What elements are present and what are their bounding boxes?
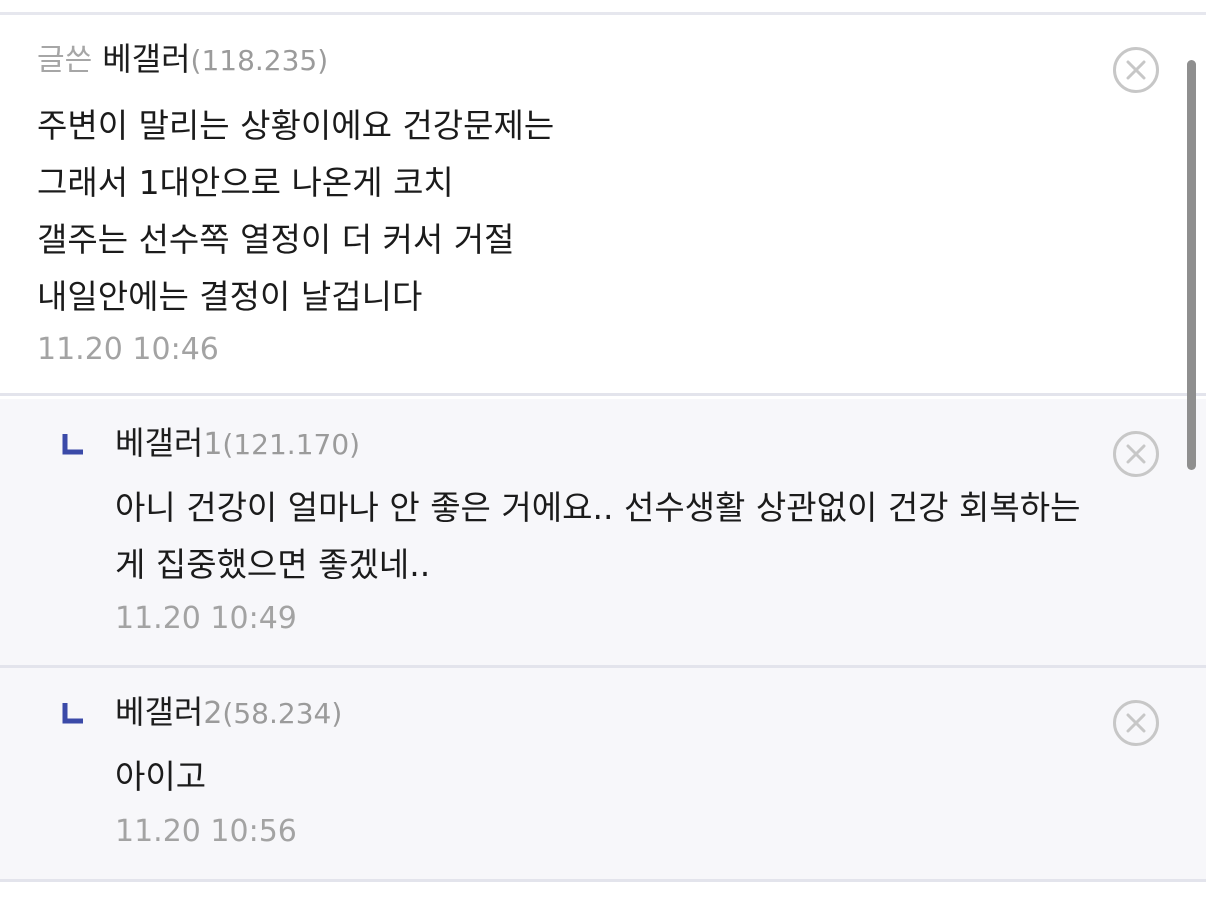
author-nickname[interactable]: 베갤러 xyxy=(102,40,190,78)
reply-body: 아이고 xyxy=(115,757,207,796)
reply-body: 아니 건강이 얼마나 안 좋은 거에요.. 선수생활 상관없이 건강 회복하는 … xyxy=(115,488,1081,584)
author-nickname-number: 1 xyxy=(203,427,223,462)
comment-list-viewport: 글쓴 베갤러(118.235) 주변이 말리는 상황이에요 건강문제는 그래서 1… xyxy=(0,0,1206,897)
author-nickname[interactable]: 베갤러 xyxy=(115,424,203,462)
reply-item: 베갤러1(121.170) 아니 건강이 얼마나 안 좋은 거에요.. 선수생활… xyxy=(0,399,1206,668)
reply-corner-icon xyxy=(62,703,83,724)
comment-timestamp: 11.20 10:46 xyxy=(37,332,219,367)
reply-item: 베갤러2(58.234) 아이고 11.20 10:56 xyxy=(0,668,1206,882)
comment-item: 글쓴 베갤러(118.235) 주변이 말리는 상황이에요 건강문제는 그래서 1… xyxy=(0,15,1206,396)
author-prefix-label: 글쓴 xyxy=(37,43,93,78)
close-icon[interactable] xyxy=(1112,430,1160,478)
author-nickname[interactable]: 베갤러 xyxy=(115,693,203,731)
reply-timestamp: 11.20 10:56 xyxy=(115,814,297,849)
author-nickname-number: 2 xyxy=(203,696,223,731)
scrollbar-thumb[interactable] xyxy=(1187,60,1196,470)
reply-author-line: 베갤러2(58.234) xyxy=(115,692,342,734)
author-ip: (121.170) xyxy=(222,428,361,461)
author-ip: (58.234) xyxy=(222,697,343,730)
comment-author-line: 글쓴 베갤러(118.235) xyxy=(37,39,328,81)
reply-corner-icon xyxy=(62,434,83,455)
reply-timestamp: 11.20 10:49 xyxy=(115,601,297,636)
comment-body: 주변이 말리는 상황이에요 건강문제는 그래서 1대안으로 나온게 코치 갤주는… xyxy=(37,106,555,316)
reply-author-line: 베갤러1(121.170) xyxy=(115,423,360,465)
author-ip: (118.235) xyxy=(190,44,329,77)
close-icon[interactable] xyxy=(1112,46,1160,94)
close-icon[interactable] xyxy=(1112,699,1160,747)
